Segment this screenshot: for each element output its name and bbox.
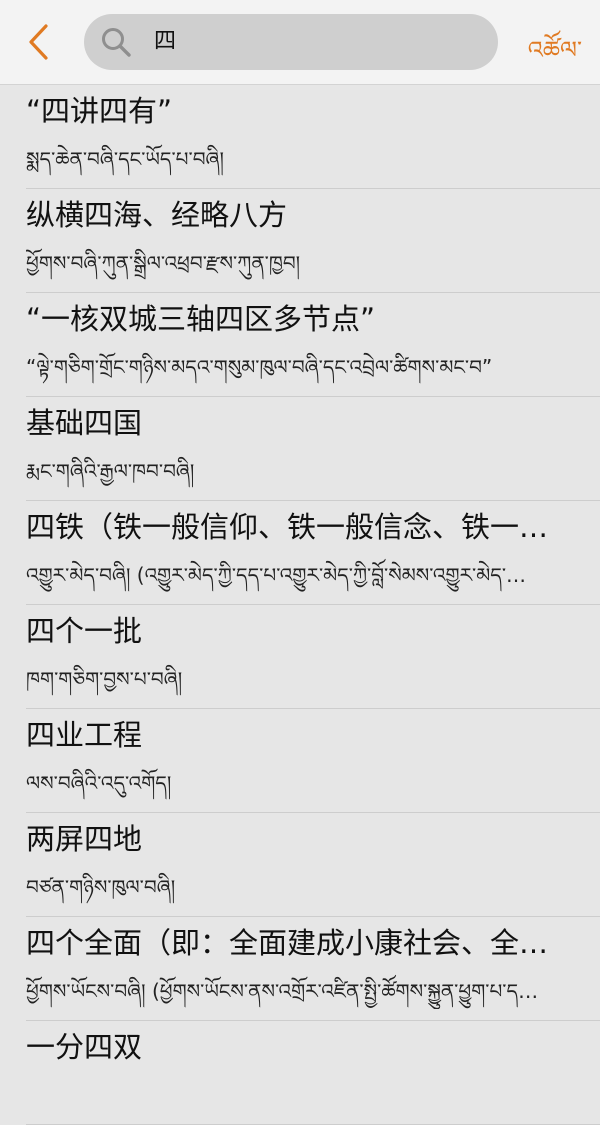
search-box[interactable] <box>84 14 498 70</box>
list-item[interactable]: 四个一批 ཁག་གཅིག་བྱས་པ་བཞི། <box>0 605 600 709</box>
search-icon <box>102 28 131 57</box>
result-translation: བཙན་གཉིས་ཁུལ་བཞི། <box>26 875 176 899</box>
result-title: 一分四双 <box>26 1030 143 1064</box>
list-item[interactable]: 四个全面（即：全面建成小康社会、全… ཕྱོགས་ཡོངས་བཞི། (ཕྱོགས… <box>0 917 600 1021</box>
result-title: “四讲四有” <box>26 94 173 128</box>
result-title: 四业工程 <box>26 718 143 752</box>
result-title: 基础四国 <box>26 406 143 440</box>
result-translation: རྨང་གཞིའི་རྒྱལ་ཁབ་བཞི། <box>26 459 195 483</box>
list-item[interactable]: 一分四双 <box>0 1021 600 1125</box>
search-action-button[interactable]: འཚོལ་ <box>528 24 582 64</box>
result-translation: ལས་བཞིའི་འདུ་འགོད། <box>26 771 172 795</box>
list-item[interactable]: “四讲四有” སྨད་ཆེན་བཞི་དང་ཡོད་པ་བཞི། <box>0 85 600 189</box>
result-title: 四个全面（即：全面建成小康社会、全… <box>26 926 549 960</box>
list-item[interactable]: 纵横四海、经略八方 ཕྱོགས་བཞི་ཀུན་སྒྲིལ་འཕྲབ་རྫས་ཀུ… <box>0 189 600 293</box>
result-title: 纵横四海、经略八方 <box>26 198 288 232</box>
back-button[interactable] <box>18 20 58 64</box>
list-item[interactable]: 四铁（铁一般信仰、铁一般信念、铁一… འགྱུར་མེད་བཞི། (འགྱུར་… <box>0 501 600 605</box>
top-bar: འཚོལ་ <box>0 0 600 85</box>
result-title: “一核双城三轴四区多节点” <box>26 302 376 336</box>
result-translation: འགྱུར་མེད་བཞི། (འགྱུར་མེད་ཀྱི་དད་པ་འགྱུར… <box>26 563 527 587</box>
back-icon <box>29 24 48 60</box>
result-translation <box>26 1077 590 1113</box>
list-item[interactable]: 基础四国 རྨང་གཞིའི་རྒྱལ་ཁབ་བཞི། <box>0 397 600 501</box>
result-translation: ཕྱོགས་ཡོངས་བཞི། (ཕྱོགས་ཡོངས་ནས་འགྲོར་འཛི… <box>26 979 539 1003</box>
result-title: 四个一批 <box>26 614 143 648</box>
result-translation: སྨད་ཆེན་བཞི་དང་ཡོད་པ་བཞི། <box>26 147 224 171</box>
result-translation: “ལྟེ་གཅིག་གྲོང་གཉིས་མདའ་གསུམ་ཁུལ་བཞི་དང་… <box>26 355 493 379</box>
search-input[interactable] <box>154 14 484 70</box>
list-item[interactable]: 四业工程 ལས་བཞིའི་འདུ་འགོད། <box>0 709 600 813</box>
list-item[interactable]: 两屏四地 བཙན་གཉིས་ཁུལ་བཞི། <box>0 813 600 917</box>
list-item[interactable]: “一核双城三轴四区多节点” “ལྟེ་གཅིག་གྲོང་གཉིས་མདའ་གསུ… <box>0 293 600 397</box>
result-title: 四铁（铁一般信仰、铁一般信念、铁一… <box>26 510 549 544</box>
result-title: 两屏四地 <box>26 822 143 856</box>
results-list: “四讲四有” སྨད་ཆེན་བཞི་དང་ཡོད་པ་བཞི། 纵横四海、经略八方… <box>0 85 600 1125</box>
result-translation: ཕྱོགས་བཞི་ཀུན་སྒྲིལ་འཕྲབ་རྫས་ཀུན་ཁྱབ། <box>26 251 301 275</box>
result-translation: ཁག་གཅིག་བྱས་པ་བཞི། <box>26 667 183 691</box>
